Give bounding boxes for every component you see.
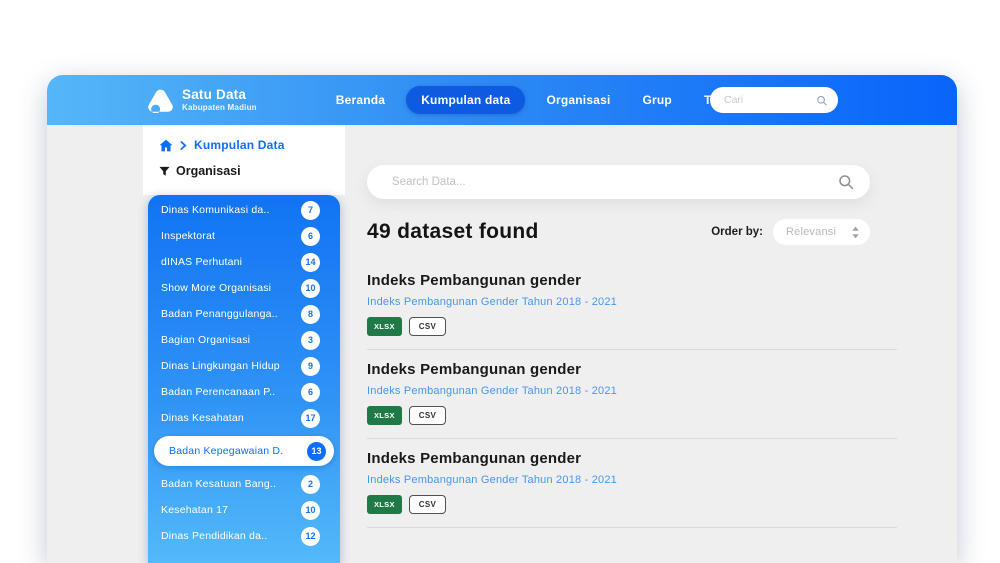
logo-title: Satu Data bbox=[182, 88, 257, 103]
results-row: 49 dataset found Order by: Relevansi bbox=[367, 219, 870, 245]
format-badge-csv[interactable]: CSV bbox=[409, 406, 446, 425]
sidebar-item-inspektorat[interactable]: Inspektorat 6 bbox=[148, 223, 340, 249]
format-badge-csv[interactable]: CSV bbox=[409, 317, 446, 336]
org-count-badge: 6 bbox=[301, 383, 320, 402]
sidebar-item-kesehatan-17[interactable]: Kesehatan 17 10 bbox=[148, 497, 340, 523]
org-count-badge: 6 bbox=[301, 227, 320, 246]
results-heading: 49 dataset found bbox=[367, 220, 539, 244]
sidebar-item-badan-kepegawaian-selected[interactable]: Badan Kepegawaian D. 13 bbox=[154, 436, 334, 466]
format-badges: XLSX CSV bbox=[367, 317, 897, 336]
sidebar-item-badan-penanggulangan[interactable]: Badan Penanggulanga.. 8 bbox=[148, 301, 340, 327]
org-count-badge: 12 bbox=[301, 527, 320, 546]
header: Satu Data Kabupaten Madiun Beranda Kumpu… bbox=[47, 75, 957, 125]
satu-data-logo-icon bbox=[147, 88, 174, 113]
organization-list: Dinas Komunikasi da.. 7 Inspektorat 6 dI… bbox=[148, 195, 340, 563]
org-count-badge: 7 bbox=[301, 201, 320, 220]
org-count-badge: 3 bbox=[301, 331, 320, 350]
breadcrumb: Kumpulan Data bbox=[159, 138, 345, 152]
org-count-badge: 10 bbox=[301, 501, 320, 520]
format-badge-csv[interactable]: CSV bbox=[409, 495, 446, 514]
nav-beranda[interactable]: Beranda bbox=[325, 87, 396, 113]
org-label: Badan Kesatuan Bang.. bbox=[161, 478, 276, 490]
sidebar-item-dinas-kesahatan[interactable]: Dinas Kesahatan 17 bbox=[148, 405, 340, 431]
nav-kumpulan-data[interactable]: Kumpulan data bbox=[406, 86, 525, 114]
sort-arrows-icon bbox=[851, 226, 860, 239]
org-label: Show More Organisasi bbox=[161, 282, 271, 294]
header-search[interactable] bbox=[710, 87, 838, 113]
dataset-subtitle[interactable]: Indeks Pembangunan Gender Tahun 2018 - 2… bbox=[367, 385, 897, 397]
org-count-badge: 13 bbox=[307, 442, 326, 461]
organisasi-filter-label: Organisasi bbox=[176, 164, 241, 178]
format-badge-xlsx[interactable]: XLSX bbox=[367, 495, 402, 514]
dataset-item: Indeks Pembangunan gender Indeks Pembang… bbox=[367, 272, 897, 350]
org-label: Dinas Komunikasi da.. bbox=[161, 204, 270, 216]
org-label: Bagian Organisasi bbox=[161, 334, 250, 346]
main-content: 49 dataset found Order by: Relevansi Ind… bbox=[367, 125, 897, 539]
home-icon[interactable] bbox=[159, 139, 173, 152]
divider bbox=[367, 438, 897, 439]
breadcrumb-current[interactable]: Kumpulan Data bbox=[194, 138, 285, 152]
sidebar-top: Kumpulan Data Organisasi bbox=[143, 125, 345, 195]
dataset-search-input[interactable] bbox=[392, 176, 838, 188]
dataset-list: Indeks Pembangunan gender Indeks Pembang… bbox=[367, 272, 897, 528]
sidebar-item-badan-perencanaan[interactable]: Badan Perencanaan P.. 6 bbox=[148, 379, 340, 405]
format-badge-xlsx[interactable]: XLSX bbox=[367, 317, 402, 336]
org-count-badge: 17 bbox=[301, 409, 320, 428]
org-label: Dinas Pendidikan da.. bbox=[161, 530, 267, 542]
nav-grup[interactable]: Grup bbox=[632, 87, 683, 113]
divider bbox=[367, 349, 897, 350]
nav-organisasi[interactable]: Organisasi bbox=[535, 87, 621, 113]
org-count-badge: 8 bbox=[301, 305, 320, 324]
main-nav: Beranda Kumpulan data Organisasi Grup Te… bbox=[325, 86, 762, 114]
org-count-badge: 9 bbox=[301, 357, 320, 376]
sidebar-item-dinas-lingkungan-hidup[interactable]: Dinas Lingkungan Hidup 9 bbox=[148, 353, 340, 379]
format-badges: XLSX CSV bbox=[367, 495, 897, 514]
org-count-badge: 2 bbox=[301, 475, 320, 494]
dataset-search[interactable] bbox=[367, 165, 870, 199]
logo[interactable]: Satu Data Kabupaten Madiun bbox=[147, 88, 257, 113]
sidebar-item-show-more-organisasi[interactable]: Show More Organisasi 10 bbox=[148, 275, 340, 301]
org-label: Inspektorat bbox=[161, 230, 215, 242]
format-badges: XLSX CSV bbox=[367, 406, 897, 425]
org-label: Badan Kepegawaian D. bbox=[169, 445, 283, 457]
sidebar-item-dinas-komunikasi[interactable]: Dinas Komunikasi da.. 7 bbox=[148, 197, 340, 223]
org-label: Badan Perencanaan P.. bbox=[161, 386, 275, 398]
org-label: Kesehatan 17 bbox=[161, 504, 228, 516]
order-by-value: Relevansi bbox=[786, 226, 836, 238]
dataset-item: Indeks Pembangunan gender Indeks Pembang… bbox=[367, 361, 897, 439]
sidebar-item-dinas-pendidikan[interactable]: Dinas Pendidikan da.. 12 bbox=[148, 523, 340, 549]
org-label: Badan Penanggulanga.. bbox=[161, 308, 278, 320]
header-search-input[interactable] bbox=[724, 94, 816, 106]
dataset-subtitle[interactable]: Indeks Pembangunan Gender Tahun 2018 - 2… bbox=[367, 474, 897, 486]
search-icon[interactable] bbox=[816, 94, 828, 107]
org-count-badge: 10 bbox=[301, 279, 320, 298]
dataset-item: Indeks Pembangunan gender Indeks Pembang… bbox=[367, 450, 897, 528]
logo-subtitle: Kabupaten Madiun bbox=[182, 103, 257, 112]
sidebar: Kumpulan Data Organisasi Dinas Komunikas… bbox=[143, 125, 345, 563]
org-label: Dinas Lingkungan Hidup bbox=[161, 360, 280, 372]
organisasi-filter-heading: Organisasi bbox=[159, 164, 345, 178]
search-icon[interactable] bbox=[838, 174, 854, 190]
logo-text: Satu Data Kabupaten Madiun bbox=[182, 88, 257, 112]
dataset-title[interactable]: Indeks Pembangunan gender bbox=[367, 272, 897, 289]
divider bbox=[367, 527, 897, 528]
sidebar-item-badan-kesatuan-bangsa[interactable]: Badan Kesatuan Bang.. 2 bbox=[148, 471, 340, 497]
order-by: Order by: Relevansi bbox=[711, 219, 870, 245]
order-by-select[interactable]: Relevansi bbox=[773, 219, 870, 245]
sidebar-item-dinas-perhutani[interactable]: dINAS Perhutani 14 bbox=[148, 249, 340, 275]
dataset-title[interactable]: Indeks Pembangunan gender bbox=[367, 361, 897, 378]
org-label: Dinas Kesahatan bbox=[161, 412, 244, 424]
format-badge-xlsx[interactable]: XLSX bbox=[367, 406, 402, 425]
app-window: Satu Data Kabupaten Madiun Beranda Kumpu… bbox=[47, 75, 957, 563]
filter-icon bbox=[159, 166, 170, 177]
org-count-badge: 14 bbox=[301, 253, 320, 272]
org-label: dINAS Perhutani bbox=[161, 256, 242, 268]
sidebar-item-bagian-organisasi[interactable]: Bagian Organisasi 3 bbox=[148, 327, 340, 353]
dataset-title[interactable]: Indeks Pembangunan gender bbox=[367, 450, 897, 467]
chevron-right-icon bbox=[180, 141, 187, 150]
dataset-subtitle[interactable]: Indeks Pembangunan Gender Tahun 2018 - 2… bbox=[367, 296, 897, 308]
order-by-label: Order by: bbox=[711, 226, 763, 238]
